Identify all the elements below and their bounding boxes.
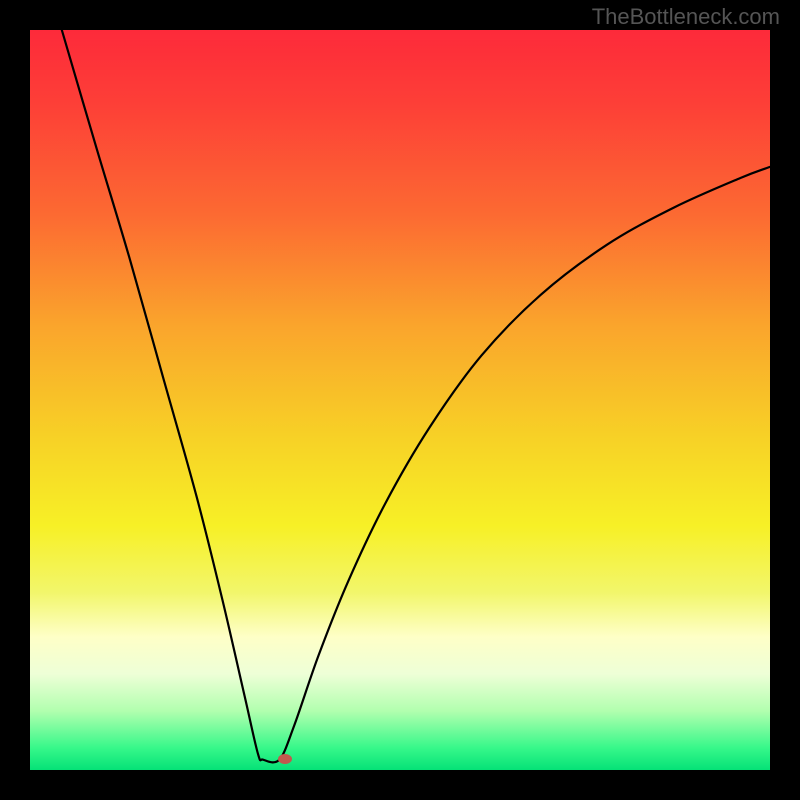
watermark-text: TheBottleneck.com <box>592 4 780 30</box>
plot-area <box>30 30 770 770</box>
optimal-point-marker <box>278 754 292 764</box>
chart-frame: TheBottleneck.com <box>0 0 800 800</box>
curve-path <box>62 30 770 762</box>
bottleneck-curve <box>30 30 770 770</box>
